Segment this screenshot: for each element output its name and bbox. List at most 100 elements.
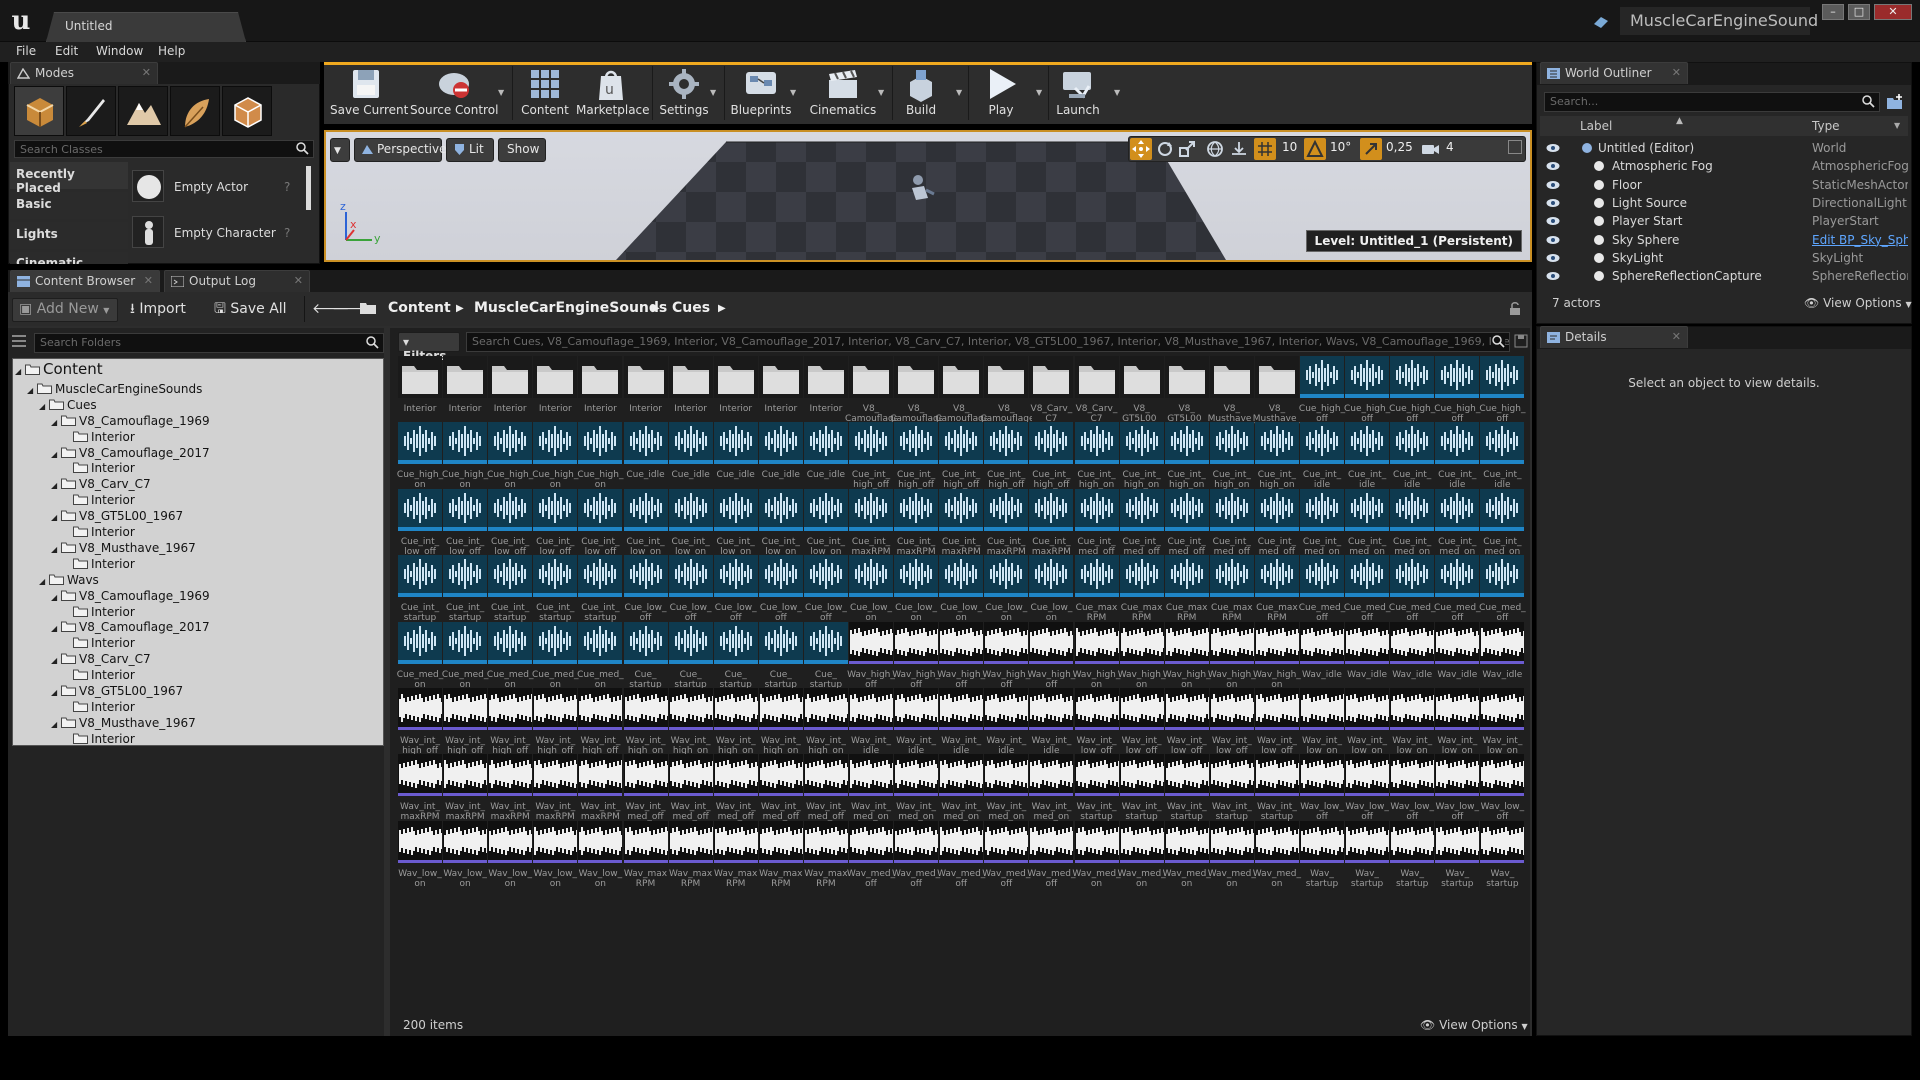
expand-arrow-icon[interactable]: ◢ [51, 542, 61, 558]
blueprints-button[interactable]: Blueprints [728, 66, 794, 122]
modes-tab[interactable]: Modes ✕ [10, 62, 158, 84]
asset-tile[interactable]: Wav_low_ on [533, 820, 578, 901]
outliner-row[interactable]: Sky Sphere Edit BP_Sky_Sphere [1540, 231, 1908, 249]
play-dropdown-icon[interactable]: ▼ [1036, 88, 1042, 97]
asset-tile[interactable]: Wav_max RPM [623, 820, 668, 901]
close-icon[interactable]: ✕ [1672, 330, 1681, 343]
outliner-type[interactable]: Edit BP_Sky_Sphere [1812, 231, 1908, 249]
asset-tile[interactable]: Wav_low_ on [443, 820, 488, 901]
close-icon[interactable]: ✕ [142, 66, 151, 79]
category-basic[interactable]: Basic [10, 192, 128, 219]
tree-node[interactable]: ◢ V8_Camouflage_2017 [51, 619, 210, 635]
place-item-empty-actor[interactable]: Empty Actor ? [130, 168, 300, 208]
breadcrumb-separator-icon[interactable]: ▶ [456, 303, 464, 314]
visibility-eye-icon[interactable] [1546, 198, 1560, 208]
paint-mode-button[interactable] [66, 86, 116, 136]
tree-node[interactable]: ◢ V8_Carv_C7 [51, 476, 151, 492]
tree-node[interactable]: ◢ V8_Musthave_1967 [51, 540, 196, 556]
expand-arrow-icon[interactable]: ◢ [51, 415, 61, 431]
settings-dropdown-icon[interactable]: ▼ [710, 88, 716, 97]
tree-node[interactable]: ◢ MuscleCarEngineSounds [27, 381, 202, 397]
content-button[interactable]: Content [518, 66, 572, 122]
close-icon[interactable]: ✕ [144, 274, 153, 287]
breadcrumb-separator-icon[interactable]: ▶ [718, 303, 726, 314]
expand-arrow-icon[interactable]: ◢ [51, 685, 61, 701]
tree-node[interactable]: Interior [63, 604, 135, 620]
import-button[interactable]: ⭳ Import [130, 298, 186, 320]
tree-node[interactable]: Interior [63, 635, 135, 651]
tree-node[interactable]: Interior [63, 556, 135, 572]
tree-node[interactable]: ◢ Cues [39, 397, 97, 413]
lock-icon[interactable] [1508, 302, 1522, 316]
scale-snap-value[interactable]: 0,25 [1386, 140, 1413, 154]
asset-tile[interactable]: Wav_ startup [1300, 820, 1344, 901]
expand-arrow-icon[interactable]: ◢ [51, 717, 61, 733]
lit-button[interactable]: Lit [446, 138, 494, 162]
camera-speed-icon[interactable] [1420, 140, 1440, 158]
asset-tile[interactable]: Wav_med_ off [1027, 820, 1075, 901]
modes-scrollbar[interactable] [306, 166, 311, 210]
menu-file[interactable]: File [16, 44, 36, 58]
expand-arrow-icon[interactable]: ◢ [51, 653, 61, 669]
build-dropdown-icon[interactable]: ▼ [956, 88, 962, 97]
asset-tile[interactable]: Wav_ startup [1390, 820, 1435, 901]
visibility-eye-icon[interactable] [1546, 235, 1560, 245]
play-button[interactable]: Play [974, 66, 1028, 122]
outliner-view-options-button[interactable]: 👁 View Options ▼ [1804, 296, 1912, 310]
place-item-empty-character[interactable]: Empty Character ? [130, 214, 300, 254]
category-lights[interactable]: Lights [10, 222, 128, 249]
expand-arrow-icon[interactable]: ◢ [51, 621, 61, 637]
breadcrumb-cues[interactable]: Cues [672, 300, 710, 316]
expand-arrow-icon[interactable]: ◢ [51, 478, 61, 494]
asset-tile[interactable]: Wav_ startup [1345, 820, 1390, 901]
blueprints-dropdown-icon[interactable]: ▼ [790, 88, 796, 97]
asset-tile[interactable]: Wav_low_ on [578, 820, 623, 901]
outliner-row[interactable]: Light Source DirectionalLight [1540, 194, 1908, 212]
sources-toggle-icon[interactable] [12, 334, 28, 348]
expand-arrow-icon[interactable]: ◢ [27, 383, 37, 399]
tree-node[interactable]: Interior [63, 524, 135, 540]
translate-mode-icon[interactable] [1130, 138, 1152, 160]
save-search-icon[interactable] [1514, 334, 1528, 348]
tree-node[interactable]: ◢ V8_Musthave_1967 [51, 715, 196, 731]
asset-tile[interactable]: Wav_max RPM [668, 820, 713, 901]
visibility-eye-icon[interactable] [1546, 253, 1560, 263]
expand-arrow-icon[interactable]: ◢ [39, 574, 49, 590]
tab-world-outliner[interactable]: World Outliner ✕ [1540, 62, 1688, 84]
asset-tile[interactable]: Wav_med_ on [1208, 820, 1256, 901]
asset-tile[interactable]: Wav_max RPM [713, 820, 758, 901]
add-folder-icon[interactable] [1886, 94, 1904, 110]
col-label[interactable]: Label [1580, 119, 1612, 133]
outliner-row[interactable]: SphereReflectionCapture SphereReflectionC [1540, 267, 1908, 285]
menu-edit[interactable]: Edit [55, 44, 78, 58]
tree-node[interactable]: ◢ V8_Camouflage_2017 [51, 445, 210, 461]
tree-node[interactable]: ◢ Content [15, 361, 103, 377]
source-control-dropdown-icon[interactable]: ▼ [498, 88, 504, 97]
tree-node[interactable]: Interior [63, 492, 135, 508]
unreal-logo-icon[interactable]: u [6, 6, 36, 36]
expand-arrow-icon[interactable]: ◢ [15, 364, 25, 380]
asset-tile[interactable]: Wav_med_ off [847, 820, 895, 901]
category-cinematic[interactable]: Cinematic [10, 252, 128, 264]
launch-dropdown-icon[interactable]: ▼ [1114, 88, 1120, 97]
document-tab[interactable]: Untitled [46, 12, 246, 42]
player-start-icon[interactable] [906, 172, 936, 202]
save-all-button[interactable]: 🖫 Save All [214, 298, 287, 320]
asset-tile[interactable]: Wav_med_ off [892, 820, 940, 901]
help-icon[interactable]: ? [284, 180, 290, 194]
tree-node[interactable]: ◢ Wavs [39, 572, 99, 588]
scale-snap-icon[interactable] [1360, 138, 1382, 160]
add-new-button[interactable]: ▣ Add New ▼ [12, 298, 118, 322]
search-folders-input[interactable]: Search Folders [34, 333, 384, 353]
rotate-mode-icon[interactable] [1156, 140, 1174, 158]
breadcrumb-separator-icon[interactable]: ▶ [652, 303, 660, 314]
outliner-row[interactable]: Player Start PlayerStart [1540, 212, 1908, 230]
landscape-mode-button[interactable] [118, 86, 168, 136]
outliner-row[interactable]: SkyLight SkyLight [1540, 249, 1908, 267]
marketplace-button[interactable]: u Marketplace [576, 66, 650, 122]
show-button[interactable]: Show [498, 138, 546, 162]
visibility-eye-icon[interactable] [1546, 161, 1560, 171]
world-local-icon[interactable] [1206, 140, 1224, 158]
maximize-viewport-icon[interactable] [1508, 140, 1522, 154]
search-classes-input[interactable]: Search Classes [14, 140, 314, 158]
